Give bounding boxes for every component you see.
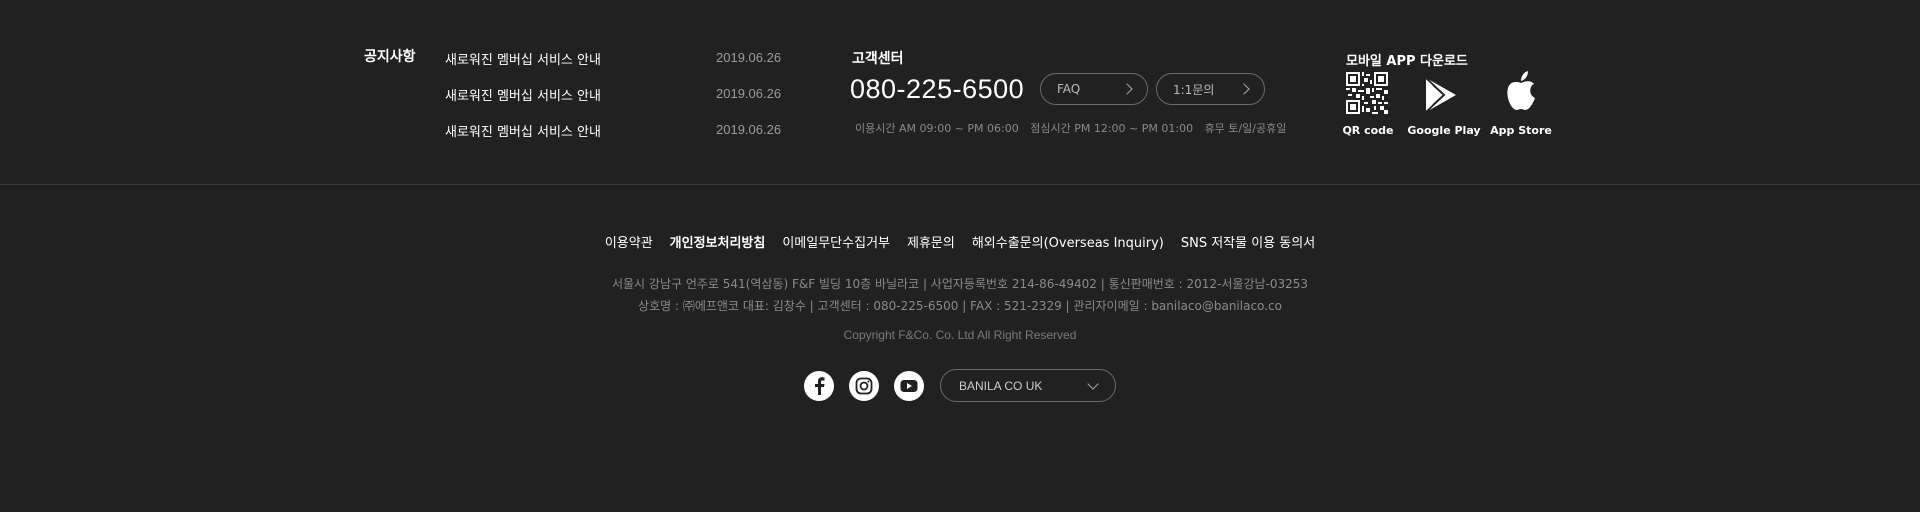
faq-label: FAQ [1057,82,1081,96]
notice-date-3: 2019.06.26 [716,122,782,137]
email-refusal-link[interactable]: 이메일무단수집거부 [782,232,890,251]
app-download-title: 모바일 APP 다운로드 [1346,54,1468,69]
sns-consent-link[interactable]: SNS 저작물 이용 동의서 [1181,232,1315,251]
apple-icon[interactable] [1504,70,1538,112]
country-select-value: BANILA CO UK [959,378,1043,393]
chevron-right-icon [1121,83,1133,95]
google-play-icon[interactable] [1424,76,1458,114]
customer-center-title: 고객센터 [852,51,904,67]
terms-link[interactable]: 이용약관 [605,232,653,251]
notice-date-1: 2019.06.26 [716,50,782,65]
notice-item-1[interactable]: 새로워진 멤버십 서비스 안내 [445,49,601,68]
qr-code-label: QR code [1342,124,1394,137]
company-info-line1: 서울시 강남구 언주로 541(역삼동) F&F 빌딩 10층 바닐라코 | 사… [611,277,1309,291]
inquiry-button[interactable]: 1:1문의 [1156,73,1265,105]
facebook-icon[interactable] [804,371,834,401]
youtube-icon[interactable] [894,371,924,401]
company-info-line2: 상호명 : ㈜에프앤코 대표: 김창수 | 고객센터 : 080-225-650… [638,299,1282,313]
lunch-text: 점심시간 PM 12:00 ~ PM 01:00 [1030,122,1194,135]
footer-links: 이용약관 개인정보처리방침 이메일무단수집거부 제휴문의 해외수출문의(Over… [0,232,1920,251]
privacy-link[interactable]: 개인정보처리방침 [670,232,766,251]
footer-divider [0,184,1920,185]
google-play-label: Google Play [1407,124,1481,137]
copyright: Copyright F&Co. Co. Ltd All Right Reserv… [843,328,1077,342]
qr-code-icon[interactable] [1346,72,1388,114]
overseas-inquiry-link[interactable]: 해외수출문의(Overseas Inquiry) [972,232,1164,251]
notice-item-3[interactable]: 새로워진 멤버십 서비스 안내 [445,121,601,140]
partnership-link[interactable]: 제휴문의 [907,232,955,251]
country-select[interactable]: BANILA CO UK [940,369,1116,402]
faq-button[interactable]: FAQ [1040,73,1148,105]
app-store-label: App Store [1490,124,1552,137]
hours-text: 이용시간 AM 09:00 ~ PM 06:00 [855,122,1019,135]
notice-title: 공지사항 [364,49,416,65]
notice-item-2[interactable]: 새로워진 멤버십 서비스 안내 [445,85,601,104]
chevron-down-icon [1087,377,1099,390]
chevron-right-icon [1238,83,1250,95]
customer-center-phone: 080-225-6500 [850,74,1025,104]
operating-hours: 이용시간 AM 09:00 ~ PM 06:00 점심시간 PM 12:00 ~… [855,120,1294,136]
instagram-icon[interactable] [849,371,879,401]
inquiry-label: 1:1문의 [1173,82,1215,97]
holiday-text: 휴무 토/일/공휴일 [1204,122,1287,135]
notice-date-2: 2019.06.26 [716,86,782,101]
